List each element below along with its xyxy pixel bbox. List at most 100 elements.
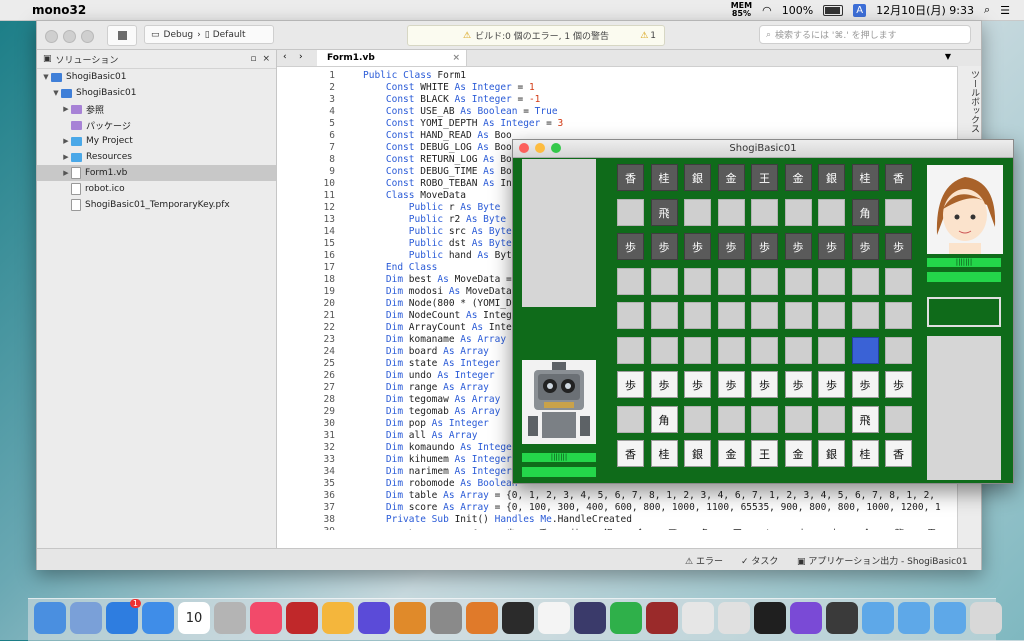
minimize-window-button[interactable] bbox=[63, 30, 76, 43]
shogi-piece[interactable]: 歩 bbox=[885, 371, 912, 398]
shogi-piece[interactable]: 香 bbox=[617, 440, 644, 467]
board-square[interactable] bbox=[684, 405, 711, 433]
board-square[interactable] bbox=[684, 267, 711, 295]
board-square[interactable] bbox=[851, 267, 879, 295]
shogi-piece[interactable]: 桂 bbox=[650, 164, 678, 191]
shogi-piece[interactable]: 香 bbox=[885, 164, 912, 191]
photo-booth-icon[interactable] bbox=[286, 602, 318, 634]
tree-item[interactable]: ▶ Resources bbox=[37, 149, 276, 165]
tasks-pad-button[interactable]: ✓ タスク bbox=[741, 554, 778, 567]
board-square[interactable] bbox=[784, 336, 812, 364]
shogi-piece[interactable]: 銀 bbox=[818, 440, 845, 467]
board-square[interactable] bbox=[885, 405, 912, 433]
board-square[interactable] bbox=[751, 336, 778, 364]
shogi-piece[interactable]: 香 bbox=[617, 164, 644, 191]
pane-options-icon[interactable]: ▫ bbox=[250, 54, 256, 64]
inkscape-icon[interactable] bbox=[502, 602, 534, 634]
board-square[interactable] bbox=[717, 267, 745, 295]
board-square[interactable] bbox=[617, 302, 644, 329]
memory-indicator[interactable]: MEM 85% bbox=[731, 2, 752, 18]
shogi-piece[interactable]: 歩 bbox=[617, 371, 644, 398]
keynote-icon[interactable] bbox=[466, 602, 498, 634]
pages-icon[interactable] bbox=[682, 602, 714, 634]
board-square[interactable] bbox=[650, 336, 678, 364]
app-output-button[interactable]: ▣ アプリケーション出力 - ShogiBasic01 bbox=[797, 554, 968, 567]
search-input[interactable]: ⌕ 検索するには '⌘.' を押します bbox=[759, 25, 971, 44]
shogi-piece[interactable]: 王 bbox=[751, 164, 778, 191]
board-square[interactable] bbox=[818, 267, 845, 295]
tree-item[interactable]: ▶ Form1.vb bbox=[37, 165, 276, 181]
disclosure-arrow-icon[interactable]: ▶ bbox=[61, 105, 71, 113]
launchpad-icon[interactable] bbox=[70, 602, 102, 634]
visual-studio-icon[interactable] bbox=[790, 602, 822, 634]
shogi-piece[interactable]: 歩 bbox=[851, 371, 879, 398]
numbers-icon[interactable] bbox=[610, 602, 642, 634]
tree-item[interactable]: robot.ico bbox=[37, 181, 276, 197]
shogi-piece[interactable]: 歩 bbox=[751, 233, 778, 260]
board-square[interactable] bbox=[751, 267, 778, 295]
shogi-piece[interactable]: 歩 bbox=[784, 371, 812, 398]
board-square[interactable] bbox=[784, 405, 812, 433]
imovie-icon[interactable] bbox=[358, 602, 390, 634]
board-square[interactable] bbox=[818, 198, 845, 226]
close-window-button[interactable] bbox=[519, 143, 529, 153]
shogi-piece[interactable]: 歩 bbox=[751, 371, 778, 398]
dictionary-icon[interactable] bbox=[646, 602, 678, 634]
shogi-piece[interactable]: 金 bbox=[784, 440, 812, 467]
zoom-window-button[interactable] bbox=[551, 143, 561, 153]
garageband-icon[interactable] bbox=[394, 602, 426, 634]
nav-forward-icon[interactable]: › bbox=[299, 52, 303, 62]
alpaca-icon[interactable] bbox=[538, 602, 570, 634]
board-square[interactable] bbox=[650, 302, 678, 329]
stop-button[interactable] bbox=[107, 25, 137, 46]
shogi-piece[interactable]: 歩 bbox=[851, 233, 879, 260]
board-square[interactable] bbox=[717, 405, 745, 433]
photos-icon[interactable] bbox=[322, 602, 354, 634]
shogi-piece[interactable]: 桂 bbox=[650, 440, 678, 467]
board-square[interactable] bbox=[885, 336, 912, 364]
build-status[interactable]: ⚠ ビルド:0 個のエラー, 1 個の警告 ⚠ 1 bbox=[407, 25, 665, 46]
board-square[interactable] bbox=[851, 302, 879, 329]
shogi-piece[interactable]: 桂 bbox=[851, 440, 879, 467]
app-store-icon[interactable]: 1 bbox=[106, 599, 141, 634]
minimize-window-button[interactable] bbox=[535, 143, 545, 153]
disclosure-arrow-icon[interactable]: ▼ bbox=[41, 73, 51, 81]
downloads-folder-icon[interactable] bbox=[934, 602, 966, 634]
board-square[interactable] bbox=[885, 198, 912, 226]
tree-item[interactable]: パッケージ bbox=[37, 117, 276, 133]
battery-icon[interactable] bbox=[823, 4, 844, 16]
shogi-piece[interactable]: 角 bbox=[851, 198, 879, 226]
shogi-piece[interactable]: 銀 bbox=[684, 440, 711, 467]
board-square[interactable] bbox=[885, 302, 912, 329]
board-square[interactable] bbox=[751, 198, 778, 226]
shogi-piece[interactable]: 金 bbox=[784, 164, 812, 191]
close-tab-icon[interactable]: × bbox=[452, 53, 460, 63]
warning-count[interactable]: ⚠ 1 bbox=[640, 31, 656, 41]
tree-item[interactable]: ShogiBasic01_TemporaryKey.pfx bbox=[37, 197, 276, 213]
tree-item[interactable]: ▶ My Project bbox=[37, 133, 276, 149]
tree-item[interactable]: ▶ 参照 bbox=[37, 101, 276, 117]
shogi-piece[interactable]: 銀 bbox=[684, 164, 711, 191]
shogi-piece[interactable]: 歩 bbox=[885, 233, 912, 260]
board-square[interactable] bbox=[617, 267, 644, 295]
notes-icon[interactable] bbox=[718, 602, 750, 634]
board-square[interactable] bbox=[751, 302, 778, 329]
shogi-piece[interactable]: 歩 bbox=[784, 233, 812, 260]
finder-icon[interactable] bbox=[34, 602, 66, 634]
input-source-icon[interactable]: A bbox=[853, 3, 867, 17]
close-window-button[interactable] bbox=[45, 30, 58, 43]
music-icon[interactable] bbox=[250, 602, 282, 634]
board-square[interactable] bbox=[650, 267, 678, 295]
board-square[interactable] bbox=[684, 198, 711, 226]
board-square[interactable] bbox=[717, 336, 745, 364]
shogi-piece[interactable]: 歩 bbox=[818, 233, 845, 260]
errors-pad-button[interactable]: ⚠ エラー bbox=[685, 554, 723, 567]
board-square[interactable] bbox=[818, 405, 845, 433]
search-icon[interactable]: ⌕ bbox=[984, 3, 990, 17]
close-pane-icon[interactable]: × bbox=[262, 54, 270, 64]
shogi-piece[interactable]: 王 bbox=[751, 440, 778, 467]
wifi-icon[interactable]: ◠ bbox=[762, 4, 772, 17]
clock[interactable]: 12月10日(月) 9:33 bbox=[876, 2, 974, 18]
shogi-piece[interactable]: 歩 bbox=[650, 233, 678, 260]
nav-back-icon[interactable]: ‹ bbox=[283, 52, 287, 62]
